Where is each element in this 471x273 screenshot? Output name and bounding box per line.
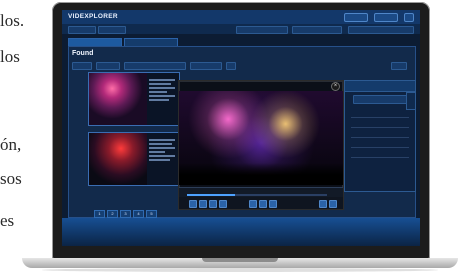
metadata-line	[149, 151, 165, 153]
metadata-line	[149, 99, 169, 101]
toolbar-right-control[interactable]	[391, 62, 407, 70]
page-1-button[interactable]: 1	[94, 210, 105, 218]
result-metadata	[149, 77, 175, 121]
background-text-line-2: los	[0, 47, 20, 66]
metadata-line	[149, 139, 175, 141]
laptop-mockup: VIDEXPLORER Found 1 2 3 4 5 ×	[22, 0, 458, 273]
play-icon[interactable]	[189, 200, 197, 208]
toolbar-button-1[interactable]	[72, 62, 92, 70]
page-4-button[interactable]: 4	[133, 210, 144, 218]
toolbar-button-2[interactable]	[96, 62, 120, 70]
result-thumbnail	[89, 73, 147, 125]
crowd-silhouette	[179, 163, 343, 185]
panel-row[interactable]	[351, 129, 409, 138]
user-menu[interactable]	[344, 13, 368, 22]
metadata-line	[149, 95, 175, 97]
timeline-track[interactable]	[187, 194, 327, 196]
background-text-line-4: sos	[0, 169, 22, 188]
mark-out-icon[interactable]	[269, 200, 277, 208]
panel-row[interactable]	[351, 109, 409, 118]
background-text-line-5: es	[0, 211, 15, 230]
panel-row[interactable]	[351, 149, 409, 158]
result-thumbnail	[89, 133, 147, 185]
top-bar-actions	[344, 13, 414, 22]
volume-icon[interactable]	[319, 200, 327, 208]
panel-row[interactable]	[351, 119, 409, 128]
found-title: Found	[72, 50, 94, 57]
app-footer	[62, 218, 420, 246]
app-brand: VIDEXPLORER	[68, 13, 118, 20]
metadata-line	[149, 83, 171, 85]
laptop-notch	[202, 258, 278, 262]
background-text-line-1: los.	[0, 11, 25, 30]
clip-icon[interactable]	[249, 200, 257, 208]
toolbar-dropdown[interactable]	[124, 62, 186, 70]
results-list	[88, 72, 180, 192]
app-top-bar: VIDEXPLORER	[62, 10, 420, 25]
metadata-line	[149, 143, 172, 145]
result-metadata	[149, 137, 175, 181]
result-item[interactable]	[88, 132, 180, 186]
result-item[interactable]	[88, 72, 180, 126]
logout-icon[interactable]	[404, 13, 414, 22]
filters-bar	[62, 24, 420, 34]
metadata-line	[149, 159, 170, 161]
forward-icon[interactable]	[219, 200, 227, 208]
metadata-line	[149, 155, 175, 157]
filter-dropdown-3[interactable]	[236, 26, 288, 34]
panel-action-button[interactable]	[353, 95, 409, 104]
panel-header	[345, 81, 415, 92]
filter-dropdown-4[interactable]	[292, 26, 342, 34]
page-2-button[interactable]: 2	[107, 210, 118, 218]
metadata-line	[149, 147, 175, 149]
video-frame[interactable]	[179, 91, 343, 185]
filter-dropdown-1[interactable]	[68, 26, 96, 34]
app-screen: VIDEXPLORER Found 1 2 3 4 5 ×	[62, 10, 420, 246]
metadata-line	[149, 87, 175, 89]
fullscreen-icon[interactable]	[329, 200, 337, 208]
background-text-line-3: ón,	[0, 135, 22, 154]
rewind-icon[interactable]	[209, 200, 217, 208]
stop-icon[interactable]	[199, 200, 207, 208]
page-3-button[interactable]: 3	[120, 210, 131, 218]
mark-in-icon[interactable]	[259, 200, 267, 208]
player-controls	[179, 197, 343, 209]
video-player-modal: ×	[178, 80, 344, 210]
toolbar-gear-icon[interactable]	[226, 62, 236, 70]
timeline-progress	[187, 194, 235, 196]
panel-row[interactable]	[351, 139, 409, 148]
close-icon[interactable]: ×	[331, 82, 340, 91]
pagination: 1 2 3 4 5	[94, 210, 157, 218]
page-5-button[interactable]: 5	[146, 210, 157, 218]
laptop-shadow	[42, 268, 438, 272]
filter-dropdown-2[interactable]	[98, 26, 126, 34]
results-toolbar	[72, 62, 407, 70]
metadata-line	[149, 79, 175, 81]
settings-menu[interactable]	[374, 13, 398, 22]
toolbar-button-3[interactable]	[190, 62, 222, 70]
search-input[interactable]	[348, 26, 414, 34]
collapse-sidebar-button[interactable]	[406, 92, 416, 110]
metadata-line	[149, 91, 167, 93]
